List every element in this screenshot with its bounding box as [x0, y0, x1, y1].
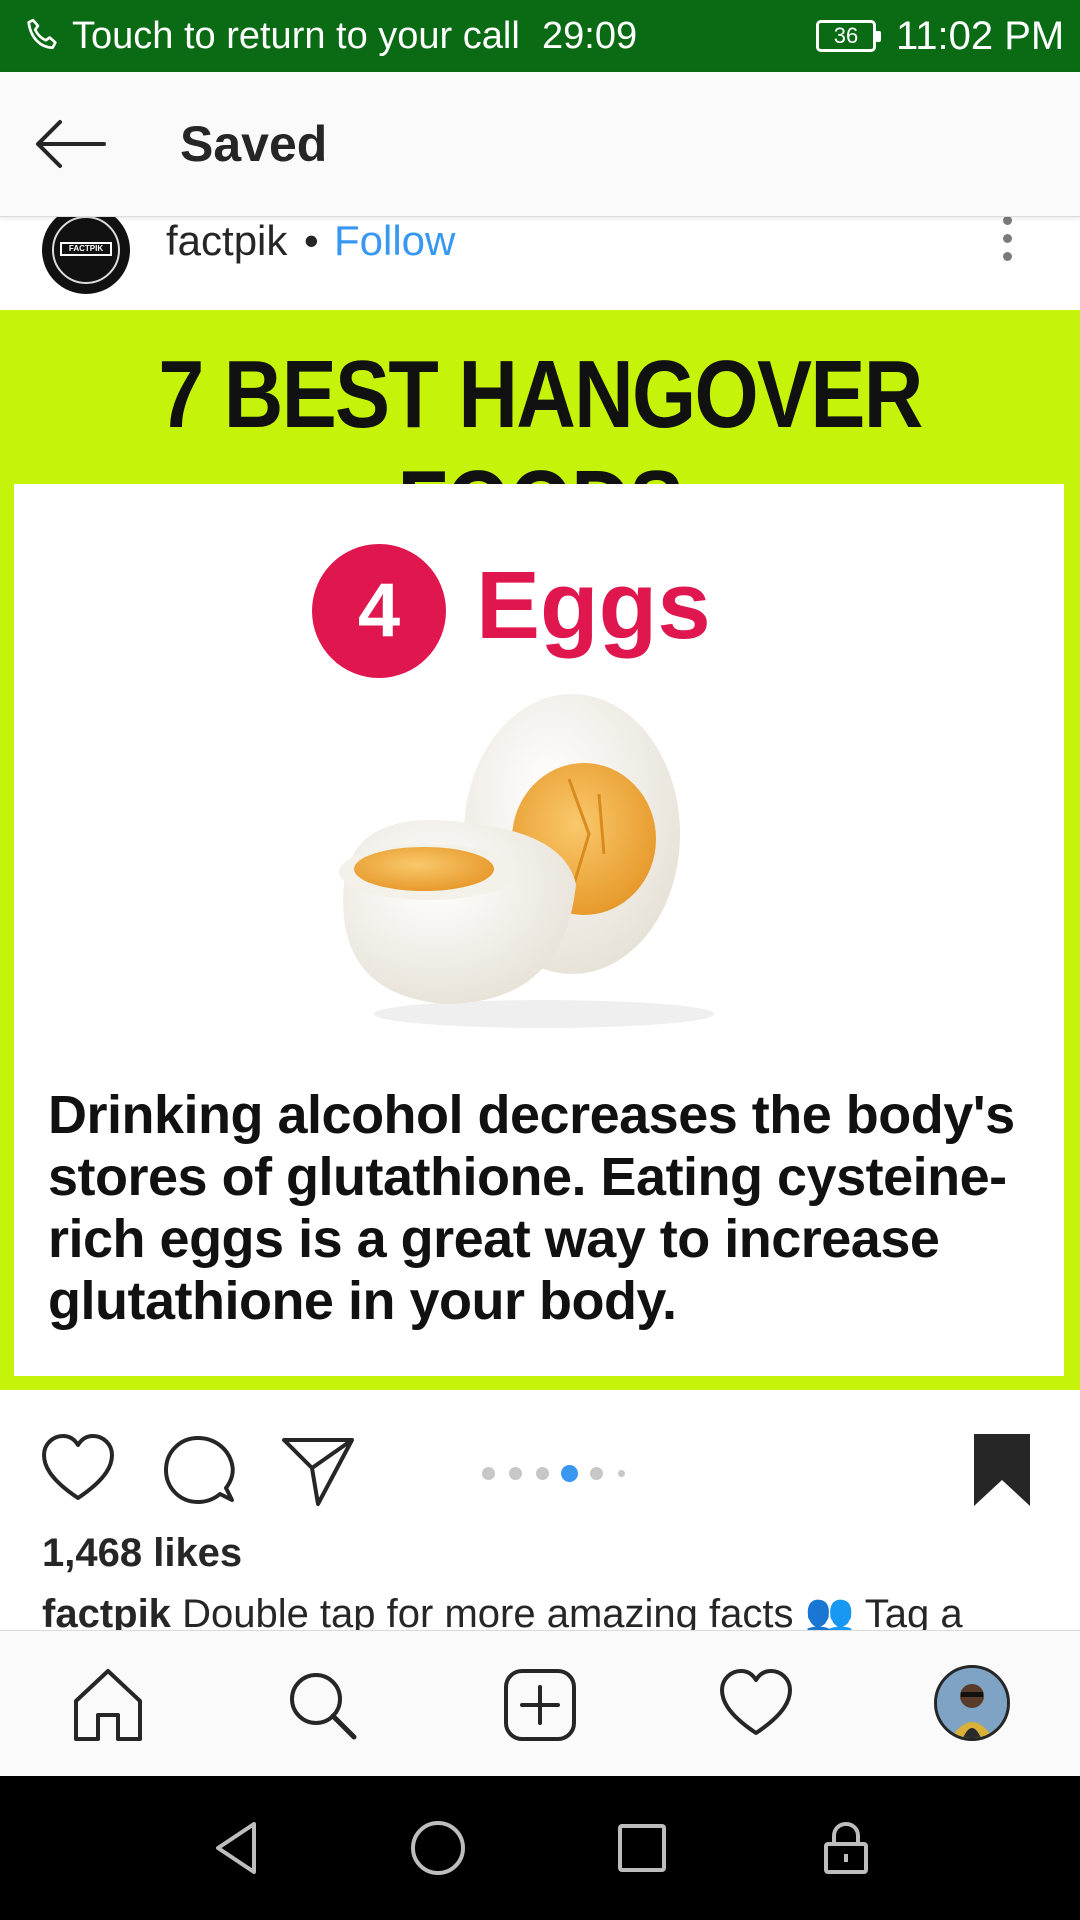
back-icon[interactable]: [206, 1818, 266, 1878]
caption-text: Double tap for more amazing facts 👥 Tag …: [182, 1592, 963, 1632]
ongoing-call-bar[interactable]: Touch to return to your call 29:09 36 11…: [0, 0, 1080, 72]
avatar-brand-text: FACTPIK: [60, 242, 112, 256]
likes-count[interactable]: 1,468 likes: [42, 1528, 242, 1578]
number-badge: 4: [312, 544, 446, 678]
share-send-icon[interactable]: [278, 1430, 358, 1510]
post-header: FACTPIK factpik • Follow: [0, 206, 1080, 310]
call-return-text: Touch to return to your call: [72, 15, 520, 57]
lock-icon[interactable]: [816, 1818, 876, 1878]
post-caption: factpik Double tap for more amazing fact…: [42, 1588, 1042, 1632]
home-circle-icon[interactable]: [408, 1818, 468, 1878]
post-image[interactable]: 7 BEST HANGOVER FOODS 4 Eggs Drinking al: [0, 310, 1080, 1390]
comment-icon[interactable]: [160, 1430, 240, 1510]
page-title: Saved: [180, 116, 328, 172]
battery-icon: 36: [816, 20, 881, 52]
arrow-left-icon[interactable]: [30, 114, 110, 174]
image-content-panel: 4 Eggs Drinking alcohol decreases the bo…: [14, 484, 1064, 1376]
call-timer: 29:09: [542, 15, 638, 57]
food-item-title: Eggs: [476, 552, 711, 659]
post-avatar[interactable]: FACTPIK: [42, 206, 130, 294]
image-description: Drinking alcohol decreases the body's st…: [48, 1085, 1015, 1331]
profile-avatar[interactable]: [934, 1665, 1010, 1741]
activity-heart-icon[interactable]: [716, 1665, 796, 1745]
recents-icon[interactable]: [612, 1818, 672, 1878]
bottom-nav: [0, 1630, 1080, 1777]
caption-username[interactable]: factpik: [42, 1592, 171, 1632]
phone-icon: [27, 18, 57, 50]
like-heart-icon[interactable]: [38, 1430, 118, 1510]
separator-dot: •: [304, 217, 319, 264]
more-options-icon[interactable]: [996, 216, 1020, 266]
follow-button[interactable]: Follow: [334, 216, 455, 266]
post-actions: [0, 1390, 1080, 1520]
app-header: Saved: [0, 72, 1080, 217]
saved-bookmark-icon[interactable]: [962, 1430, 1042, 1510]
add-post-icon[interactable]: [500, 1665, 580, 1745]
post-username[interactable]: factpik: [166, 216, 287, 266]
profile-photo-icon: [937, 1668, 1007, 1738]
boiled-egg-illustration: [339, 694, 714, 1028]
system-nav-bar: [0, 1776, 1080, 1920]
clock: 11:02 PM: [896, 14, 1065, 58]
search-icon[interactable]: [282, 1665, 362, 1745]
home-icon[interactable]: [68, 1665, 148, 1745]
